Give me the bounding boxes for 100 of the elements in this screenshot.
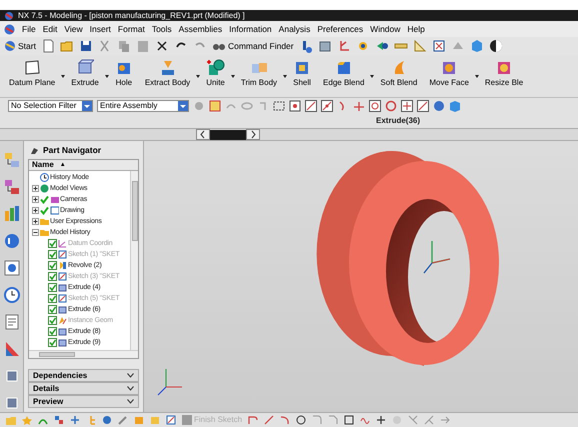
feature-button[interactable]: Hole: [112, 59, 136, 88]
trim-icon[interactable]: [408, 415, 418, 425]
menu-item[interactable]: Assemblies: [178, 22, 222, 36]
spline-icon[interactable]: [360, 415, 370, 425]
menu-item[interactable]: View: [64, 22, 83, 36]
feature-button[interactable]: Trim Body: [238, 59, 280, 88]
scroll-right-icon[interactable]: [246, 129, 260, 140]
checkbox[interactable]: [48, 316, 57, 325]
menu-item[interactable]: Edit: [42, 22, 58, 36]
point-icon[interactable]: [209, 100, 221, 112]
start-button[interactable]: Start: [4, 40, 36, 52]
dropdown-arrow-icon[interactable]: [230, 75, 235, 78]
dropdown-arrow-icon[interactable]: [196, 75, 200, 78]
panel-header[interactable]: Preview: [28, 395, 139, 408]
feature-button[interactable]: Datum Plane: [6, 59, 58, 88]
checkbox[interactable]: [48, 283, 57, 292]
cube-icon[interactable]: [449, 100, 461, 112]
feature-button[interactable]: Extrude: [68, 59, 102, 88]
checkbox[interactable]: [48, 272, 57, 281]
feature-button[interactable]: Shell: [290, 59, 314, 88]
plus-icon[interactable]: [401, 100, 413, 112]
vertical-scrollbar[interactable]: [130, 171, 138, 350]
plus-icon[interactable]: [376, 415, 386, 425]
checkbox[interactable]: [48, 294, 57, 303]
scroll-left-icon[interactable]: [196, 129, 210, 140]
new-document-icon[interactable]: [40, 39, 55, 53]
extend-icon[interactable]: [424, 415, 434, 425]
dropdown-arrow-icon[interactable]: [104, 75, 109, 78]
expand-icon[interactable]: [32, 185, 39, 192]
dropdown-field[interactable]: No Selection Filter: [8, 100, 93, 112]
hierarchy-icon[interactable]: [54, 415, 64, 425]
arrow-point-icon[interactable]: [374, 39, 389, 53]
menu-item[interactable]: File: [22, 22, 36, 36]
close-icon[interactable]: [154, 39, 169, 53]
panel-header[interactable]: Details: [28, 382, 139, 395]
dropdown-arrow-icon[interactable]: [370, 75, 374, 78]
profile-icon[interactable]: [248, 415, 258, 425]
feature-button[interactable]: Move Face: [426, 59, 472, 88]
scroll-thumb[interactable]: [210, 130, 246, 140]
feature-button[interactable]: Resize Ble: [482, 59, 526, 88]
layers-icon[interactable]: [318, 39, 332, 53]
menu-item[interactable]: Analysis: [278, 22, 310, 36]
document-icon[interactable]: [2, 313, 20, 331]
clock-icon[interactable]: [2, 286, 20, 304]
check-icon[interactable]: [40, 206, 49, 215]
app-logo-icon[interactable]: [4, 24, 15, 34]
checkbox[interactable]: [48, 250, 57, 259]
scroll-thumb[interactable]: [39, 352, 75, 357]
star-icon[interactable]: [22, 415, 32, 425]
checkbox[interactable]: [48, 305, 57, 314]
checkbox[interactable]: [48, 327, 57, 336]
snap-point-icon[interactable]: [289, 100, 301, 112]
command-finder-button[interactable]: Command Finder: [212, 40, 294, 52]
line-icon[interactable]: [264, 415, 274, 425]
fillet-icon[interactable]: [312, 415, 322, 425]
arc-icon[interactable]: [280, 415, 290, 425]
arrow-icon[interactable]: [440, 415, 450, 425]
save-icon[interactable]: [78, 39, 93, 53]
expand-icon[interactable]: [32, 218, 39, 225]
menu-item[interactable]: Preferences: [317, 22, 364, 36]
line-icon[interactable]: [417, 100, 429, 112]
copy-icon[interactable]: [116, 39, 131, 53]
circle-icon[interactable]: [296, 415, 306, 425]
menu-item[interactable]: Window: [370, 22, 400, 36]
menu-item[interactable]: Help: [407, 22, 425, 36]
checkbox[interactable]: [48, 239, 57, 248]
checkbox[interactable]: [48, 261, 57, 270]
horizontal-scrollbar[interactable]: [29, 350, 138, 358]
feature-button[interactable]: Extract Body: [142, 59, 194, 88]
menu-item[interactable]: Insert: [90, 22, 111, 36]
panel-header[interactable]: Dependencies: [28, 369, 139, 382]
fit-view-icon[interactable]: [432, 39, 446, 53]
bar-chart-icon[interactable]: [2, 205, 20, 223]
collapse-icon[interactable]: [32, 229, 39, 236]
selection-rectangle-icon[interactable]: [273, 100, 285, 112]
sketch-icon[interactable]: [166, 415, 176, 425]
chamfer-icon[interactable]: [328, 415, 338, 425]
feature-button[interactable]: Edge Blend: [320, 59, 368, 88]
menu-item[interactable]: Information: [229, 22, 272, 36]
rectangle-icon[interactable]: [344, 415, 354, 425]
circle-icon[interactable]: [369, 100, 381, 112]
feature-button[interactable]: Unite: [203, 59, 228, 88]
sphere-icon[interactable]: [488, 39, 503, 53]
cube-icon[interactable]: [470, 39, 484, 53]
hierarchy-icon[interactable]: [2, 178, 20, 196]
expand-icon[interactable]: [32, 196, 39, 203]
feature-button[interactable]: Soft Blend: [377, 59, 420, 88]
triangle-ruler-icon[interactable]: [412, 39, 427, 53]
dropdown-arrow-icon[interactable]: [474, 75, 479, 78]
menu-item[interactable]: Format: [118, 22, 145, 36]
scroll-thumb[interactable]: [132, 181, 138, 241]
checkbox[interactable]: [48, 338, 57, 347]
menu-item[interactable]: Tools: [152, 22, 172, 36]
dropdown-field[interactable]: Entire Assembly: [97, 100, 189, 112]
line-icon[interactable]: [321, 100, 333, 112]
dropdown-arrow-icon[interactable]: [61, 75, 66, 78]
expand-icon[interactable]: [32, 207, 39, 214]
folder-icon[interactable]: [60, 39, 74, 53]
hierarchy-icon[interactable]: [2, 151, 20, 169]
check-icon[interactable]: [40, 195, 49, 204]
